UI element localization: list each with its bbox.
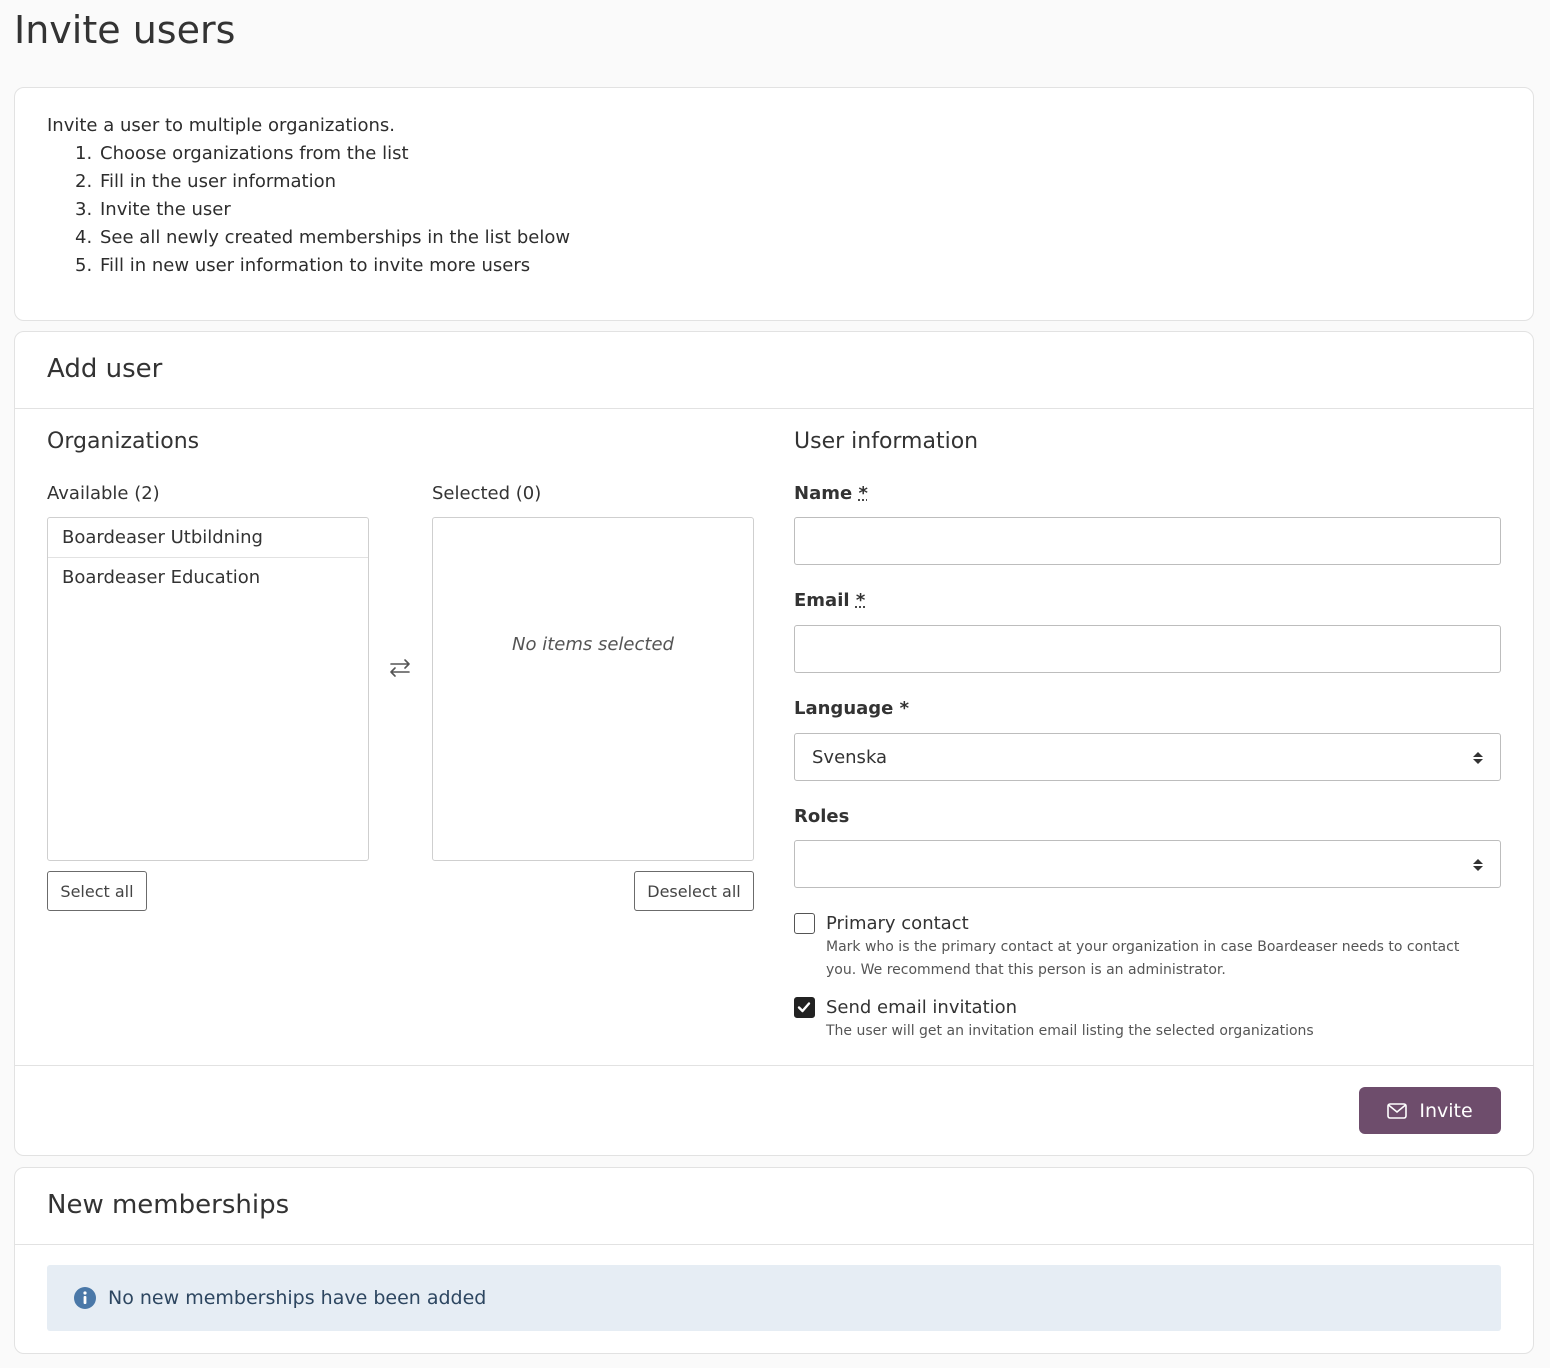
intro-step: 3. Invite the user [75,199,231,220]
send-email-checkbox[interactable] [794,997,815,1018]
language-label: Language * [794,698,910,719]
name-label: Name * [794,483,868,504]
roles-label: Roles [794,806,850,827]
user-info-title: User information [794,429,979,454]
checkmark-icon [797,1002,811,1013]
primary-contact-checkbox[interactable] [794,913,815,934]
swap-arrows-icon[interactable] [388,656,412,680]
primary-contact-label: Primary contact [826,913,969,934]
envelope-icon [1387,1102,1408,1119]
intro-step: 2. Fill in the user information [75,171,337,192]
selected-label: Selected (0) [432,483,542,504]
invite-button[interactable]: Invite [1359,1087,1501,1134]
intro-step: 5. Fill in new user information to invite… [75,255,531,276]
email-input[interactable] [794,625,1501,673]
email-label: Email * [794,590,866,611]
intro-step: 1. Choose organizations from the list [75,143,409,164]
language-value: Svenska [812,747,888,768]
memberships-card: New memberships No new memberships have … [14,1167,1534,1354]
sort-arrows-icon [1473,859,1483,871]
primary-contact-help: Mark who is the primary contact at your … [826,939,1460,978]
select-all-button[interactable]: Select all [47,871,147,911]
available-list[interactable]: Boardeaser Utbildning Boardeaser Educati… [47,517,369,861]
language-select[interactable]: Svenska [794,733,1501,781]
info-alert: No new memberships have been added [47,1265,1501,1331]
invite-label: Invite [1419,1099,1473,1122]
send-email-label: Send email invitation [826,997,1018,1018]
add-user-title: Add user [15,332,1533,409]
deselect-all-button[interactable]: Deselect all [634,871,754,911]
list-item[interactable]: Boardeaser Utbildning [48,518,368,558]
intro-card: Invite a user to multiple organizations.… [14,87,1534,321]
divider [15,1065,1533,1066]
selected-list[interactable]: No items selected [432,517,754,861]
available-label: Available (2) [47,483,160,504]
sort-arrows-icon [1473,752,1483,764]
memberships-title: New memberships [15,1168,1533,1245]
roles-select[interactable] [794,840,1501,888]
alert-text: No new memberships have been added [108,1287,487,1309]
send-email-help: The user will get an invitation email li… [826,1023,1314,1039]
name-input[interactable] [794,517,1501,565]
intro-text: Invite a user to multiple organizations. [47,115,395,136]
page-title: Invite users [14,8,236,52]
organizations-title: Organizations [47,429,200,454]
intro-step: 4. See all newly created memberships in t… [75,227,571,248]
empty-text: No items selected [512,634,674,655]
intro-steps: 1. Choose organizations from the list 2. F… [47,140,1501,280]
list-item[interactable]: Boardeaser Education [48,558,368,598]
add-user-card: Add user Organizations Available (2) Boa… [14,331,1534,1156]
info-icon [74,1287,96,1309]
